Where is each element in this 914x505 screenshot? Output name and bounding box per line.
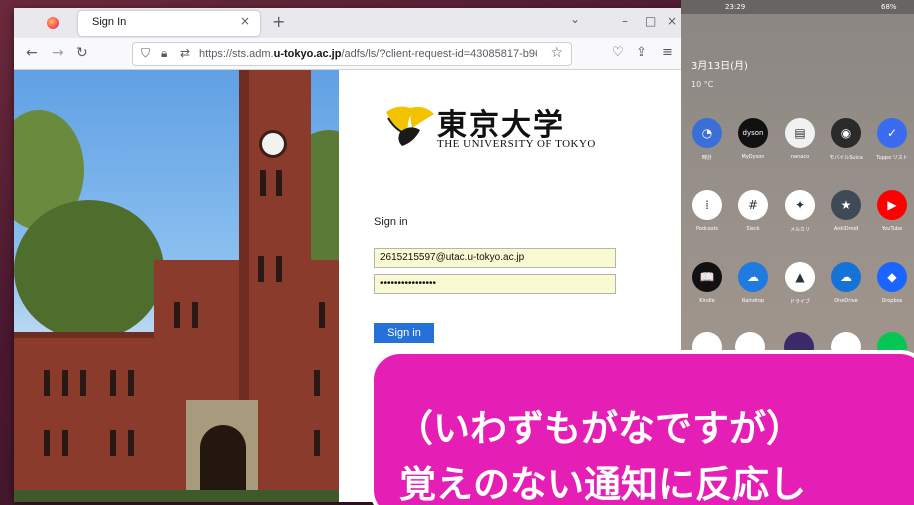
building-window (110, 430, 116, 456)
caption-line-1: （いわずもがなですが） (396, 407, 803, 450)
app-label-0: 時計 (701, 155, 712, 161)
app-label-12: ドライブ (789, 299, 810, 305)
building-window (314, 430, 320, 456)
building-window (44, 430, 50, 456)
app-icon-3[interactable]: ◉ (831, 118, 861, 148)
navigation-toolbar: ← → ↻ ⛉ 🔒︎ ⇄ https://sts.adm.u-tokyo.ac.… (14, 38, 686, 70)
clock-face (259, 130, 287, 158)
tab-title: Sign In (92, 16, 127, 28)
shield-icon[interactable]: ⛉ (141, 46, 150, 61)
clock-tower (239, 70, 311, 400)
forward-arrow-icon[interactable]: → (52, 45, 64, 61)
app-icon-5[interactable]: ⁞ (692, 190, 722, 220)
new-tab-button[interactable]: + (272, 12, 285, 31)
url-scheme: https://sts.adm. (199, 48, 274, 60)
building-window (192, 302, 198, 328)
status-time: 23:29 (725, 3, 746, 11)
app-icon-2[interactable]: ▤ (785, 118, 815, 148)
permissions-icon[interactable]: ⇄ (180, 46, 190, 60)
app-icon-12[interactable]: ▲ (785, 262, 815, 292)
tower-shadow (239, 70, 249, 400)
logo-english-text: THE UNIVERSITY OF TOKYO (437, 138, 596, 150)
app-label-3: モバイルSuica (829, 155, 863, 161)
minimize-button[interactable]: – (622, 14, 628, 28)
lock-icon[interactable]: 🔒︎ (161, 46, 167, 61)
building-window (62, 370, 68, 396)
back-arrow-icon[interactable]: ← (26, 45, 38, 61)
tower-window (276, 256, 282, 282)
tab-sign-in[interactable]: Sign In × (78, 11, 260, 36)
reload-icon[interactable]: ↻ (76, 45, 88, 61)
app-icon-0[interactable]: ◔ (692, 118, 722, 148)
app-label-11: Raindrop (741, 298, 765, 304)
app-icon-1[interactable]: dyson (738, 118, 768, 148)
firefox-icon (47, 17, 59, 29)
tab-close-icon[interactable]: × (240, 14, 250, 28)
status-battery: 68% (881, 3, 897, 11)
app-label-2: nanaco (790, 154, 810, 160)
building-window (80, 370, 86, 396)
building-window (44, 370, 50, 396)
app-icon-8[interactable]: ★ (831, 190, 861, 220)
lawn (14, 490, 339, 502)
menu-icon[interactable]: ≡ (662, 45, 673, 60)
sign-in-heading: Sign in (374, 216, 408, 228)
app-icon-6[interactable]: # (738, 190, 768, 220)
close-window-button[interactable]: × (667, 14, 677, 28)
url-bar[interactable]: ⛉ 🔒︎ ⇄ https://sts.adm.u-tokyo.ac.jp/adf… (132, 42, 572, 66)
app-label-5: Podcasts (695, 226, 719, 232)
app-icon-4[interactable]: ✓ (877, 118, 907, 148)
app-icon-14[interactable]: ◆ (877, 262, 907, 292)
tower-window (260, 170, 266, 196)
app-label-8: AnkiDroid (833, 226, 859, 232)
bookmark-star-icon[interactable]: ☆ (550, 45, 563, 61)
campus-photo (14, 70, 339, 502)
building-window (174, 302, 180, 328)
url-host: u-tokyo.ac.jp (273, 48, 342, 60)
university-logo-icon (386, 106, 434, 146)
home-date[interactable]: 3月13日(月) (691, 57, 748, 72)
status-bar (681, 0, 914, 14)
building-window (62, 430, 68, 456)
building-window (319, 302, 325, 328)
app-label-1: MyDyson (741, 154, 765, 160)
password-input[interactable]: •••••••••••••••• (374, 274, 616, 294)
app-icon-13[interactable]: ☁ (831, 262, 861, 292)
tab-list-icon[interactable]: ⌄ (570, 12, 580, 26)
tower-window (258, 256, 264, 282)
tab-bar: Sign In × + ⌄ – □ × (14, 8, 686, 38)
building-window (128, 370, 134, 396)
building-window (128, 430, 134, 456)
app-icon-10[interactable]: 📖 (692, 262, 722, 292)
tree (14, 200, 164, 340)
app-label-4: Tuppo リスト (876, 155, 908, 161)
app-label-9: YouTube (881, 226, 903, 232)
app-icon-9[interactable]: ▶ (877, 190, 907, 220)
app-icon-11[interactable]: ☁ (738, 262, 768, 292)
extensions-icon[interactable]: ⇪ (636, 45, 647, 60)
caption-line-2: 覚えのない通知に反応し (399, 463, 806, 505)
app-icon-7[interactable]: ✦ (785, 190, 815, 220)
pocket-icon[interactable]: ♡ (612, 45, 624, 60)
app-label-6: Slack (746, 226, 760, 232)
building-window (110, 370, 116, 396)
home-weather[interactable]: 10 °C (691, 80, 713, 89)
app-label-7: メルカリ (790, 227, 810, 233)
app-label-10: Kindle (699, 298, 715, 304)
tower-window (276, 170, 282, 196)
caption-overlay: （いわずもがなですが） 覚えのない通知に反応し (370, 350, 914, 505)
url-path: /adfs/ls/?client-request-id=43085817-b96… (341, 48, 537, 60)
sign-in-button[interactable]: Sign in (374, 323, 434, 343)
app-label-14: Dropbox (881, 298, 903, 304)
app-label-13: OneDrive (834, 298, 858, 304)
url-text: https://sts.adm.u-tokyo.ac.jp/adfs/ls/?c… (199, 48, 537, 60)
maximize-button[interactable]: □ (645, 14, 656, 28)
building-window (314, 370, 320, 396)
username-input[interactable]: 2615215597@utac.u-tokyo.ac.jp (374, 248, 616, 268)
